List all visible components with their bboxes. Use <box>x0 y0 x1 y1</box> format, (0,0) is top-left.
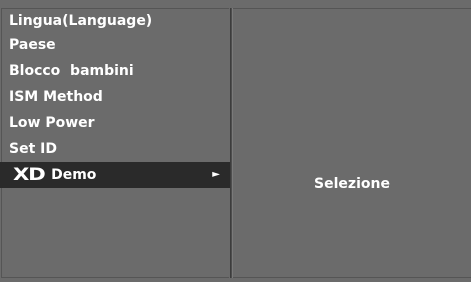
menu-item-label: Low Power <box>9 115 95 131</box>
selection-prompt: Selezione <box>314 176 390 192</box>
menu-item-label: ISM Method <box>9 89 103 105</box>
menu-item-label: Blocco bambini <box>9 63 134 79</box>
menu-item-xd-demo[interactable]: XD Demo ► <box>0 162 230 188</box>
menu-item-set-id[interactable]: Set ID <box>0 136 230 162</box>
detail-frame <box>233 8 471 278</box>
menu-item-low-power[interactable]: Low Power <box>0 110 230 136</box>
menu-item-ism-method[interactable]: ISM Method <box>0 84 230 110</box>
menu-item-country[interactable]: Paese <box>0 32 230 58</box>
menu-item-child-lock[interactable]: Blocco bambini <box>0 58 230 84</box>
option-menu-list: Lingua(Language) Paese Blocco bambini IS… <box>0 10 230 188</box>
osd-menu: Lingua(Language) Paese Blocco bambini IS… <box>0 0 471 282</box>
menu-item-label: Demo <box>51 167 97 183</box>
menu-item-label: Lingua(Language) <box>9 13 153 29</box>
arrow-right-icon: ► <box>212 169 220 180</box>
menu-item-label: Paese <box>9 37 56 53</box>
xd-logo: XD <box>13 165 46 185</box>
menu-item-label: Set ID <box>9 141 57 157</box>
menu-item-language[interactable]: Lingua(Language) <box>0 10 230 32</box>
